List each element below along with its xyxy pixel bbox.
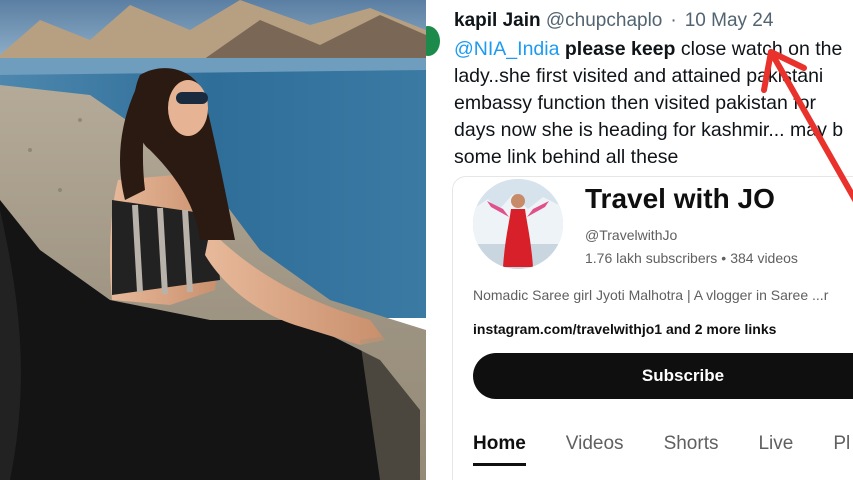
- stats-dot: •: [721, 250, 727, 266]
- subscribe-button[interactable]: Subscribe: [473, 353, 853, 399]
- tweet-line-2: lady..she first visited and attained pak…: [454, 65, 824, 87]
- tweet-author-name[interactable]: kapil Jain: [454, 10, 541, 31]
- tweet-header: kapil Jain @chupchaplo·10 May 24 (: [454, 10, 773, 32]
- woman-lake-photo: [0, 0, 426, 480]
- tweet-line-1: @NIA_India please keep close watch on th…: [454, 36, 853, 63]
- channel-tabs: Home Videos Shorts Live Pl: [473, 433, 853, 473]
- tweet-line-1-rest: close watch on the: [680, 38, 843, 60]
- channel-avatar[interactable]: [473, 179, 563, 269]
- channel-title: Travel with JO: [585, 183, 775, 214]
- tweet-text: @NIA_India please keep close watch on th…: [454, 36, 853, 171]
- tab-shorts[interactable]: Shorts: [664, 433, 719, 455]
- tweet-mention[interactable]: @NIA_India: [454, 38, 559, 60]
- tab-live[interactable]: Live: [758, 433, 793, 455]
- video-count: 384 videos: [730, 250, 798, 266]
- tweet-separator: ·: [670, 10, 677, 31]
- channel-handle: @TravelwithJo: [585, 227, 678, 243]
- tab-playlists[interactable]: Pl: [833, 433, 850, 455]
- tweet-date[interactable]: 10 May 24: [685, 10, 774, 31]
- tweet-bold-text: please keep: [564, 38, 676, 60]
- tweet-author-handle[interactable]: @chupchaplo: [546, 10, 662, 31]
- channel-description[interactable]: Nomadic Saree girl Jyoti Malhotra | A vl…: [473, 287, 828, 303]
- channel-stats: 1.76 lakh subscribers • 384 videos: [585, 250, 798, 266]
- channel-links[interactable]: instagram.com/travelwithjo1 and 2 more l…: [473, 321, 776, 337]
- screenshot-panel: kapil Jain @chupchaplo·10 May 24 ( @NIA_…: [426, 0, 853, 480]
- tweet: kapil Jain @chupchaplo·10 May 24 ( @NIA_…: [426, 0, 853, 172]
- profile-avatar[interactable]: [426, 26, 440, 56]
- youtube-channel-card: Travel with JO @TravelwithJo 1.76 lakh s…: [452, 176, 853, 480]
- tab-home[interactable]: Home: [473, 433, 526, 466]
- tab-videos[interactable]: Videos: [566, 433, 624, 455]
- tweet-line-4: days now she is heading for kashmir... m…: [454, 119, 844, 141]
- tweet-line-5: some link behind all these: [454, 146, 679, 168]
- tweet-line-3: embassy function then visited pakistan f…: [454, 92, 817, 114]
- subscriber-count: 1.76 lakh subscribers: [585, 250, 718, 266]
